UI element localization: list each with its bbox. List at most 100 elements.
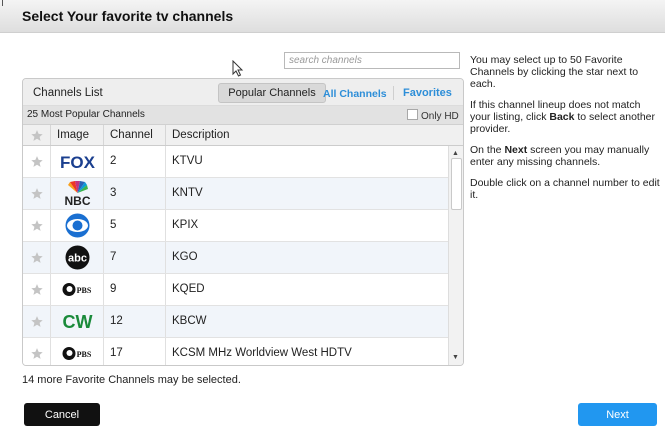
favorite-cell — [23, 178, 50, 209]
star-icon — [31, 220, 43, 231]
favorite-cell — [23, 338, 50, 365]
star-icon — [31, 316, 43, 327]
divider — [2, 0, 3, 6]
channel-description: KTVU — [165, 146, 448, 177]
cw-logo: CW — [54, 309, 101, 334]
channel-description: KQED — [165, 274, 448, 305]
favorite-star-button[interactable] — [30, 155, 44, 168]
checkbox-box[interactable] — [407, 109, 418, 120]
favorite-star-button[interactable] — [30, 219, 44, 232]
help-text: On the — [470, 144, 505, 156]
table-row[interactable]: CW 12 KBCW — [23, 306, 448, 338]
table-row[interactable]: PBS 17 KCSM MHz Worldview West HDTV — [23, 338, 448, 365]
column-channel[interactable]: Channel — [103, 125, 165, 145]
favorite-star-button[interactable] — [30, 187, 44, 200]
list-subtitle: 25 Most Popular Channels — [27, 109, 145, 120]
scrollbar-thumb[interactable] — [451, 158, 462, 210]
column-description[interactable]: Description — [165, 125, 463, 145]
channel-description: KNTV — [165, 178, 448, 209]
next-button[interactable]: Next — [578, 403, 657, 426]
channel-number[interactable]: 5 — [103, 210, 165, 241]
favorite-cell — [23, 210, 50, 241]
title-bar: Select Your favorite tv channels — [0, 0, 665, 33]
favorite-star-button[interactable] — [30, 315, 44, 328]
panel-header: Channels List Popular Channels All Chann… — [23, 79, 463, 106]
svg-text:abc: abc — [68, 253, 87, 265]
only-hd-checkbox[interactable]: Only HD — [407, 109, 459, 122]
star-icon — [31, 348, 43, 359]
panel-title: Channels List — [33, 87, 103, 99]
channel-description: KGO — [165, 242, 448, 273]
channel-image-cell: FOX — [50, 146, 103, 177]
scroll-down-icon[interactable]: ▼ — [452, 354, 459, 361]
scroll-up-icon[interactable]: ▲ — [452, 150, 459, 157]
svg-text:FOX: FOX — [60, 153, 96, 172]
channels-panel: Channels List Popular Channels All Chann… — [22, 78, 464, 366]
star-icon — [31, 130, 43, 141]
channel-image-cell: CW — [50, 306, 103, 337]
scrollbar[interactable]: ▲ ▼ — [448, 146, 463, 365]
svg-text:NBC: NBC — [65, 194, 91, 206]
star-icon — [31, 188, 43, 199]
cancel-button[interactable]: Cancel — [24, 403, 100, 426]
svg-text:CW: CW — [63, 312, 93, 332]
list-subheader: 25 Most Popular Channels Only HD — [23, 106, 463, 125]
star-icon — [31, 156, 43, 167]
table-row[interactable]: NBC 3 KNTV — [23, 178, 448, 210]
help-text-lineup: If this channel lineup does not match yo… — [470, 99, 660, 135]
remaining-favorites-text: 14 more Favorite Channels may be selecte… — [22, 374, 241, 386]
channel-image-cell: PBS — [50, 338, 103, 365]
favorite-star-button[interactable] — [30, 347, 44, 360]
favorite-cell — [23, 306, 50, 337]
channel-description: KPIX — [165, 210, 448, 241]
channel-description: KCSM MHz Worldview West HDTV — [165, 338, 448, 365]
only-hd-label: Only HD — [421, 111, 459, 122]
help-panel: You may select up to 50 Favorite Channel… — [470, 54, 660, 210]
nbc-logo: NBC — [54, 181, 101, 208]
star-icon — [31, 284, 43, 295]
help-text-limit: You may select up to 50 Favorite Channel… — [470, 54, 639, 90]
favorite-cell — [23, 274, 50, 305]
next-keyword: Next — [504, 144, 528, 156]
column-header: Image Channel Description — [23, 125, 463, 146]
fox-logo: FOX — [54, 149, 101, 174]
channel-number[interactable]: 3 — [103, 178, 165, 209]
favorite-star-button[interactable] — [30, 251, 44, 264]
favorite-star-button[interactable] — [30, 283, 44, 296]
channel-number[interactable]: 17 — [103, 338, 165, 365]
channel-image-cell: NBC — [50, 178, 103, 209]
channel-number[interactable]: 12 — [103, 306, 165, 337]
page-title: Select Your favorite tv channels — [22, 8, 234, 24]
table-row[interactable]: FOX 2 KTVU — [23, 146, 448, 178]
channel-image-cell — [50, 210, 103, 241]
favorite-cell — [23, 242, 50, 273]
mouse-cursor-icon — [232, 60, 244, 77]
channel-description: KBCW — [165, 306, 448, 337]
svg-text:PBS: PBS — [77, 350, 92, 359]
column-star[interactable] — [23, 125, 50, 145]
help-text-edit: Double click on a channel number to edit… — [470, 177, 660, 201]
pbs-logo: PBS — [54, 277, 101, 302]
table-row[interactable]: abc 7 KGO — [23, 242, 448, 274]
cbs-eye-logo — [54, 213, 101, 238]
pbs-logo: PBS — [54, 341, 101, 365]
abc-logo: abc — [54, 245, 101, 270]
favorite-cell — [23, 146, 50, 177]
channel-number[interactable]: 7 — [103, 242, 165, 273]
search-input[interactable] — [284, 52, 460, 69]
tab-favorites[interactable]: Favorites — [403, 87, 452, 99]
column-image[interactable]: Image — [50, 125, 103, 145]
channel-image-cell: PBS — [50, 274, 103, 305]
back-keyword: Back — [549, 111, 575, 123]
channel-list: FOX 2 KTVU NBC 3 KNTV 5 KPIX abc 7 KGO PBS 9 KQED CW 12… — [23, 146, 448, 365]
channel-number[interactable]: 9 — [103, 274, 165, 305]
table-row[interactable]: 5 KPIX — [23, 210, 448, 242]
tab-popular-channels[interactable]: Popular Channels — [218, 83, 326, 103]
channel-number[interactable]: 2 — [103, 146, 165, 177]
channel-image-cell: abc — [50, 242, 103, 273]
table-row[interactable]: PBS 9 KQED — [23, 274, 448, 306]
svg-text:PBS: PBS — [77, 286, 92, 295]
tab-divider — [393, 86, 394, 100]
tab-all-channels[interactable]: All Channels — [323, 88, 387, 100]
help-text-next: On the Next screen you may manually ente… — [470, 144, 660, 168]
